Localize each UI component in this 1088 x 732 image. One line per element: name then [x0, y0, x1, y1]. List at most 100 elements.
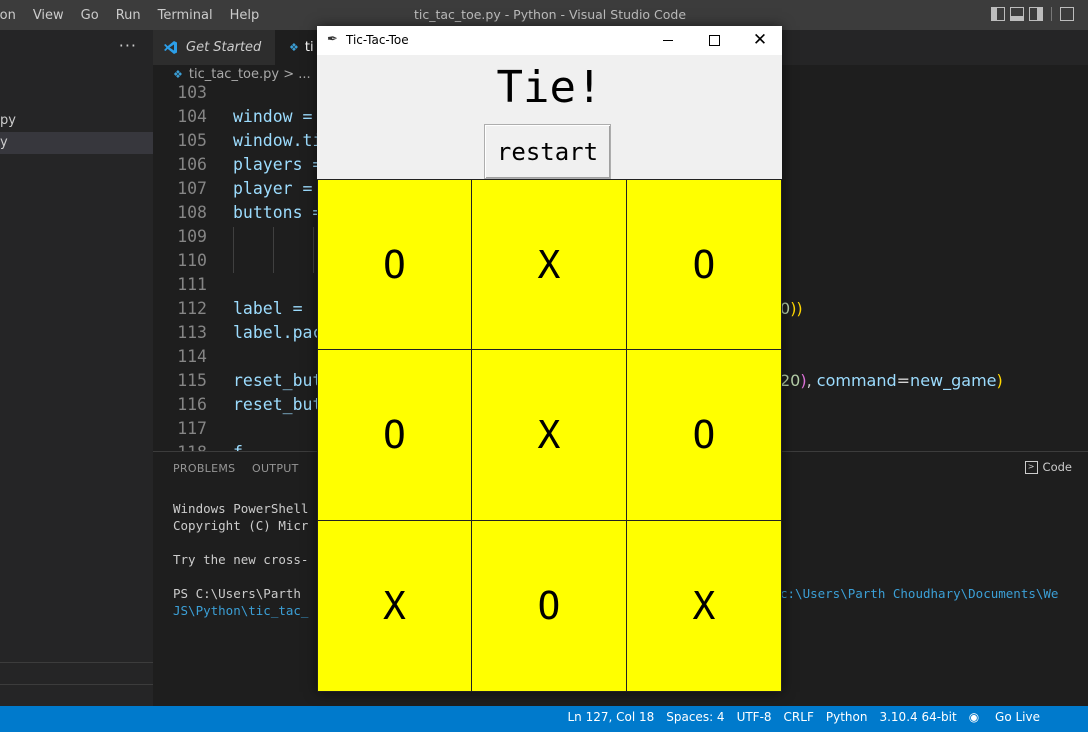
line-number: 116: [177, 395, 207, 414]
toggle-panel-icon[interactable]: [1010, 7, 1024, 21]
status-items: Ln 127, Col 18 Spaces: 4 UTF-8 CRLF Pyth…: [567, 706, 1088, 728]
menu-go[interactable]: Go: [81, 8, 99, 23]
code-paren: )): [790, 299, 803, 318]
line-number: 106: [177, 155, 207, 174]
terminal-line: Copyright (C) Micr: [173, 518, 309, 533]
explorer-file-item[interactable]: py: [0, 110, 153, 132]
line-number: 109: [177, 227, 207, 246]
code-text: label =: [233, 299, 313, 318]
code-text: label.pac: [233, 323, 323, 342]
line-number: 117: [177, 419, 207, 438]
terminal-path: c:\Users\Parth Choudhary\Documents\We: [780, 586, 1059, 601]
code-text: window =: [233, 107, 313, 126]
terminal-selector[interactable]: > Code: [1024, 460, 1072, 474]
menu-selection[interactable]: ion: [0, 8, 16, 23]
status-language[interactable]: Python: [826, 710, 868, 724]
breadcrumb-path[interactable]: tic_tac_toe.py > ...: [189, 67, 311, 82]
line-number: 118: [153, 443, 207, 451]
terminal-line: Windows PowerShell: [173, 501, 309, 516]
menu-help[interactable]: Help: [230, 8, 260, 23]
breadcrumb: ❖ tic_tac_toe.py > ...: [173, 67, 311, 82]
close-button[interactable]: ✕: [737, 26, 783, 55]
board-cell-r2c2[interactable]: X: [471, 349, 627, 521]
toggle-sidebar-icon[interactable]: [991, 7, 1005, 21]
board-cell-r2c1[interactable]: O: [317, 349, 472, 521]
more-actions-icon[interactable]: ···: [119, 36, 137, 55]
tab-problems[interactable]: PROBLEMS: [173, 462, 235, 475]
code-text: window.ti: [233, 131, 323, 150]
line-number: 115: [177, 371, 207, 390]
code-text: buttons =: [233, 203, 323, 222]
toggle-secondary-sidebar-icon[interactable]: [1029, 7, 1043, 21]
tab-output[interactable]: OUTPUT: [252, 462, 299, 475]
tk-feather-icon: ✒: [327, 32, 338, 47]
status-bar: Ln 127, Col 18 Spaces: 4 UTF-8 CRLF Pyth…: [0, 706, 1088, 732]
line-number: 107: [177, 179, 207, 198]
tab-get-started[interactable]: Get Started: [153, 30, 275, 65]
board-cell-r1c3[interactable]: O: [626, 179, 782, 350]
tab-label: ti: [304, 40, 314, 55]
terminal-line: Try the new cross-: [173, 552, 309, 567]
board-cell-r3c2[interactable]: O: [471, 520, 627, 692]
tab-label: Get Started: [186, 40, 262, 55]
customize-layout-icon[interactable]: [1060, 7, 1074, 21]
sidebar-divider: [0, 662, 153, 663]
sidebar-divider: [0, 684, 153, 685]
terminal-path: JS\Python\tic_tac_: [173, 603, 309, 618]
window-title: tic_tac_toe.py - Python - Visual Studio …: [414, 7, 687, 22]
menu-terminal[interactable]: Terminal: [158, 8, 213, 23]
board-cell-r1c1[interactable]: O: [317, 179, 472, 350]
line-number: 113: [177, 323, 207, 342]
tk-titlebar[interactable]: ✒ Tic-Tac-Toe ✕: [317, 26, 782, 55]
explorer-file-item-active[interactable]: y: [0, 132, 153, 154]
menu-view[interactable]: View: [33, 8, 64, 23]
board-cell-r2c3[interactable]: O: [626, 349, 782, 521]
status-indentation[interactable]: Spaces: 4: [666, 710, 724, 724]
line-number: 110: [177, 251, 207, 270]
minimize-button[interactable]: [645, 26, 691, 55]
code-fragment: 20), command=new_game): [780, 371, 1003, 390]
line-number: 103: [177, 83, 207, 102]
vscode-logo-icon: [163, 40, 178, 55]
status-cursor-position[interactable]: Ln 127, Col 18: [567, 710, 654, 724]
python-file-icon: ❖: [173, 68, 183, 81]
tk-window-title: Tic-Tac-Toe: [346, 33, 409, 47]
game-status-label: Tie!: [496, 62, 603, 113]
python-file-icon: ❖: [289, 41, 299, 54]
code-text: f: [233, 443, 243, 451]
minimize-icon: [663, 40, 673, 41]
status-interpreter[interactable]: 3.10.4 64-bit: [879, 710, 956, 724]
explorer-sidebar: ··· py y: [0, 30, 153, 706]
menu-bar: ion View Go Run Terminal Help: [0, 0, 276, 30]
line-number: 105: [177, 131, 207, 150]
code-text: players =: [233, 155, 323, 174]
line-number: 112: [177, 299, 207, 318]
tic-tac-toe-window: ✒ Tic-Tac-Toe ✕ Tie! restart OXOOXOXOX: [317, 26, 782, 692]
maximize-button[interactable]: [691, 26, 737, 55]
terminal-name: Code: [1042, 460, 1072, 474]
status-encoding[interactable]: UTF-8: [737, 710, 772, 724]
broadcast-icon: ◉: [968, 710, 980, 724]
line-number: 104: [177, 107, 207, 126]
line-number: 111: [177, 275, 207, 294]
game-board: OXOOXOXOX: [317, 179, 782, 692]
code-text: reset_but: [233, 371, 323, 390]
code-text: reset_but: [233, 395, 323, 414]
close-icon: ✕: [752, 30, 768, 50]
status-eol[interactable]: CRLF: [784, 710, 814, 724]
menu-run[interactable]: Run: [116, 8, 141, 23]
terminal-line: PS C:\Users\Parth: [173, 586, 301, 601]
board-cell-r1c2[interactable]: X: [471, 179, 627, 350]
board-cell-r3c3[interactable]: X: [626, 520, 782, 692]
line-number: 114: [177, 347, 207, 366]
terminal-icon: >: [1024, 460, 1038, 474]
code-text: player =: [233, 179, 313, 198]
line-number: 108: [177, 203, 207, 222]
restart-button[interactable]: restart: [484, 124, 611, 179]
maximize-icon: [708, 35, 720, 46]
go-live-label: Go Live: [995, 710, 1040, 724]
layout-controls: [991, 7, 1074, 21]
status-go-live[interactable]: ◉ Go Live: [969, 710, 1064, 724]
board-cell-r3c1[interactable]: X: [317, 520, 472, 692]
layout-divider: [1051, 7, 1052, 21]
